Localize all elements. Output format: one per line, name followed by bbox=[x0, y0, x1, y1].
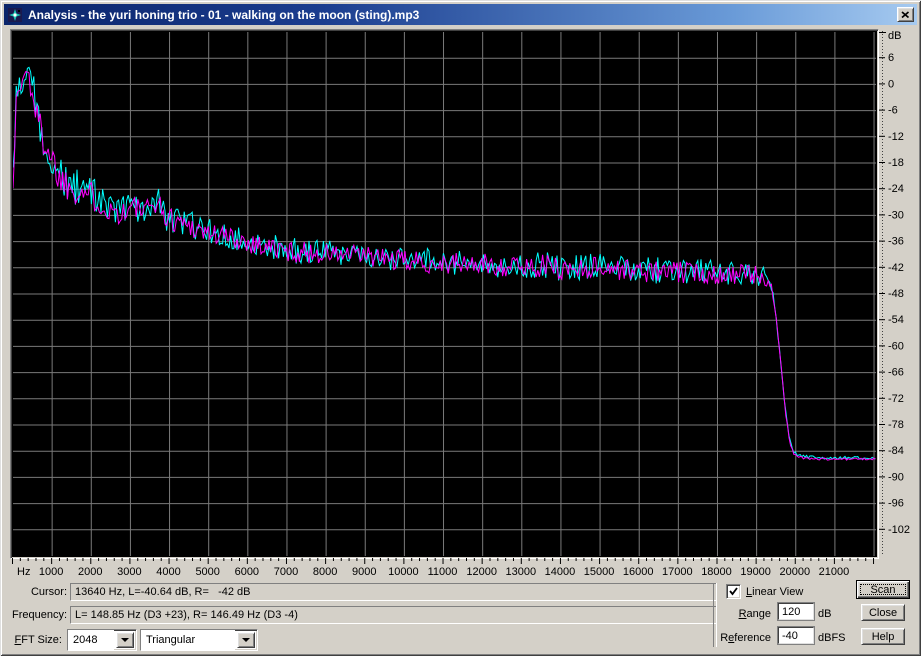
close-button[interactable] bbox=[897, 7, 914, 22]
frequency-readout-text: L= 148.85 Hz (D3 +23), R= 146.49 Hz (D3 … bbox=[75, 609, 298, 621]
check-icon bbox=[729, 587, 738, 596]
range-unit: dB bbox=[818, 608, 832, 620]
svg-text:-84: -84 bbox=[888, 445, 904, 457]
svg-text:14000: 14000 bbox=[545, 566, 576, 578]
svg-text:7000: 7000 bbox=[274, 566, 298, 578]
reference-unit: dBFS bbox=[818, 632, 846, 644]
svg-text:1000: 1000 bbox=[39, 566, 63, 578]
range-input[interactable] bbox=[778, 603, 814, 620]
cursor-readout-text: 13640 Hz, L=-40.64 dB, R= -42 dB bbox=[75, 586, 251, 598]
svg-text:-78: -78 bbox=[888, 419, 904, 431]
svg-text:6: 6 bbox=[888, 52, 894, 64]
spectrum-canvas bbox=[13, 32, 876, 556]
x-axis-labels: Hz 1000 2000 3000 4000 5000 6000 7000 8000 9000 10… bbox=[12, 558, 877, 578]
close-dialog-button[interactable]: Close bbox=[861, 604, 905, 621]
frequency-readout: L= 148.85 Hz (D3 +23), R= 146.49 Hz (D3 … bbox=[70, 606, 717, 624]
svg-text:5000: 5000 bbox=[195, 566, 219, 578]
svg-text:-30: -30 bbox=[888, 209, 904, 221]
svg-text:8000: 8000 bbox=[313, 566, 337, 578]
svg-text:18000: 18000 bbox=[701, 566, 732, 578]
app-icon bbox=[7, 7, 23, 23]
window-title: Analysis - the yuri honing trio - 01 - w… bbox=[28, 7, 420, 22]
title-bar[interactable]: Analysis - the yuri honing trio - 01 - w… bbox=[4, 4, 917, 25]
svg-text:13000: 13000 bbox=[506, 566, 537, 578]
help-button[interactable]: Help bbox=[861, 628, 905, 645]
svg-text:-36: -36 bbox=[888, 236, 904, 248]
fft-window-value: Triangular bbox=[141, 630, 235, 650]
svg-text:Hz: Hz bbox=[17, 566, 30, 578]
svg-text:21000: 21000 bbox=[819, 566, 850, 578]
fft-size-label: FFT Size: bbox=[14, 634, 63, 646]
svg-text:3000: 3000 bbox=[117, 566, 141, 578]
svg-text:11000: 11000 bbox=[428, 566, 458, 578]
svg-text:0: 0 bbox=[888, 78, 894, 90]
svg-text:-66: -66 bbox=[888, 367, 904, 379]
linear-view-label: Linear View bbox=[746, 586, 804, 598]
cursor-readout: 13640 Hz, L=-40.64 dB, R= -42 dB bbox=[70, 583, 717, 601]
svg-text:9000: 9000 bbox=[352, 566, 376, 578]
svg-text:-102: -102 bbox=[888, 524, 910, 536]
svg-text:12000: 12000 bbox=[466, 566, 497, 578]
y-axis-labels: dB 6 0 -6 -12 -18 -24 -30 -36 -42 -48 -54 -60 -66 -72 -… bbox=[879, 30, 917, 557]
frequency-label: Frequency: bbox=[11, 609, 67, 621]
svg-text:-90: -90 bbox=[888, 471, 904, 483]
svg-text:-6: -6 bbox=[888, 105, 898, 117]
svg-text:4000: 4000 bbox=[156, 566, 180, 578]
svg-text:-18: -18 bbox=[888, 157, 904, 169]
svg-text:15000: 15000 bbox=[584, 566, 615, 578]
svg-text:-12: -12 bbox=[888, 131, 904, 143]
svg-text:16000: 16000 bbox=[623, 566, 654, 578]
linear-view-checkbox[interactable] bbox=[726, 584, 741, 599]
svg-text:-96: -96 bbox=[888, 498, 904, 510]
reference-input[interactable] bbox=[778, 627, 814, 644]
scan-button[interactable]: Scan bbox=[856, 580, 910, 599]
svg-text:-54: -54 bbox=[888, 314, 904, 326]
svg-text:-48: -48 bbox=[888, 288, 904, 300]
spectrum-plot[interactable] bbox=[10, 29, 879, 559]
reference-label: Reference bbox=[720, 632, 771, 644]
svg-text:2000: 2000 bbox=[78, 566, 102, 578]
fft-window-select[interactable]: Triangular bbox=[140, 629, 258, 651]
svg-text:dB: dB bbox=[888, 31, 901, 42]
chevron-down-icon[interactable] bbox=[237, 632, 255, 648]
range-label: Range bbox=[738, 608, 771, 620]
fft-size-value: 2048 bbox=[68, 630, 114, 650]
svg-text:-72: -72 bbox=[888, 393, 904, 405]
chevron-down-icon[interactable] bbox=[116, 632, 134, 648]
svg-text:-24: -24 bbox=[888, 183, 904, 195]
svg-text:-60: -60 bbox=[888, 340, 904, 352]
fft-size-select[interactable]: 2048 bbox=[67, 629, 137, 651]
svg-text:20000: 20000 bbox=[779, 566, 810, 578]
analysis-window: Analysis - the yuri honing trio - 01 - w… bbox=[0, 0, 921, 656]
svg-text:17000: 17000 bbox=[662, 566, 693, 578]
close-icon bbox=[901, 10, 910, 18]
svg-text:-42: -42 bbox=[888, 262, 904, 274]
cursor-label: Cursor: bbox=[30, 586, 67, 598]
svg-text:10000: 10000 bbox=[388, 566, 419, 578]
svg-text:19000: 19000 bbox=[740, 566, 771, 578]
svg-text:6000: 6000 bbox=[235, 566, 259, 578]
